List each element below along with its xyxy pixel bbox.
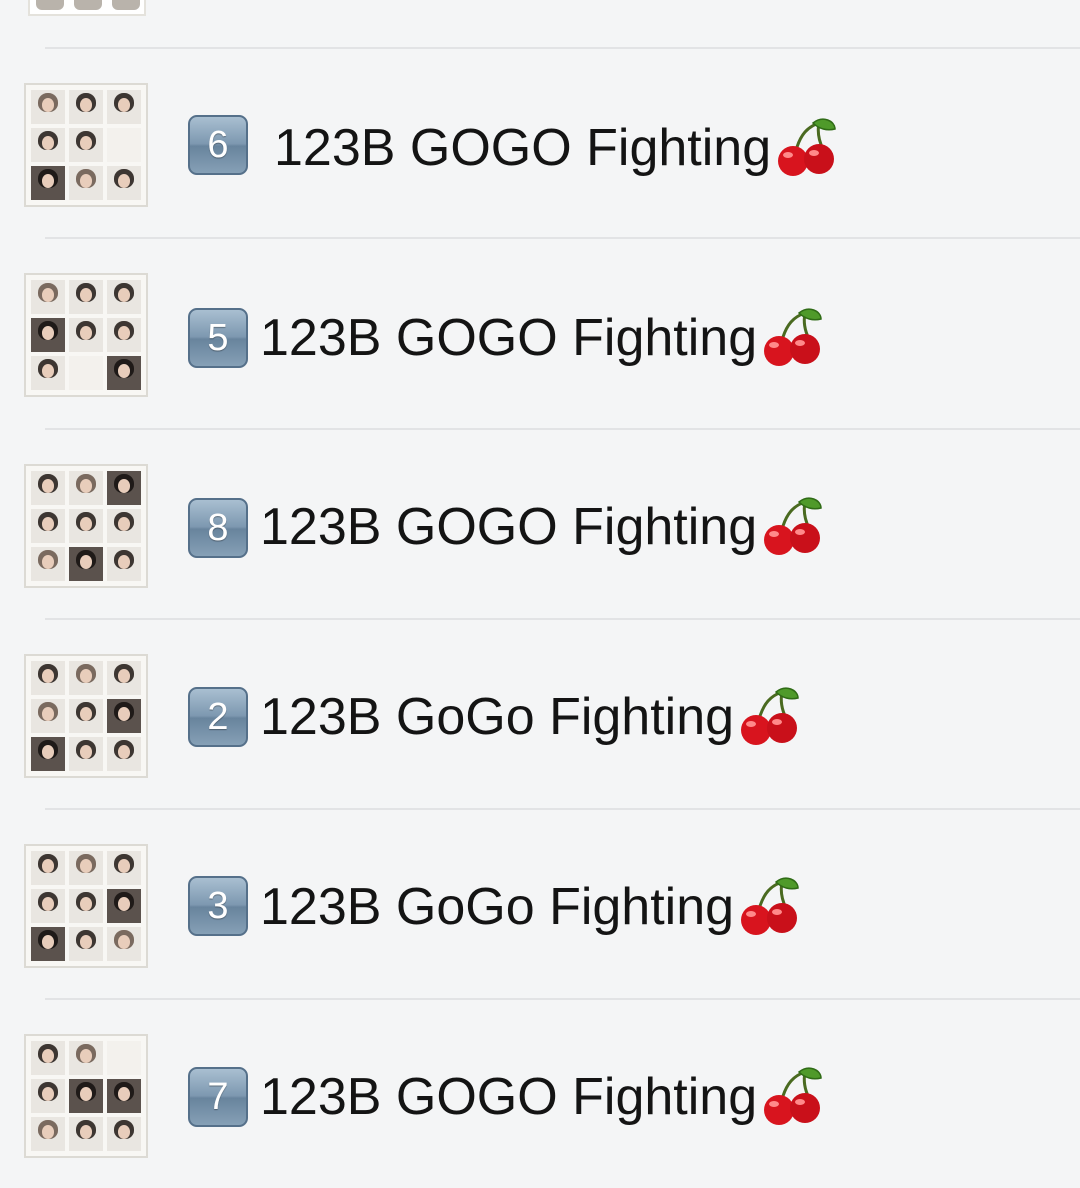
cherries-icon [764,308,822,366]
member-count-badge: 2 [188,687,248,747]
group-name-text: 123B GoGo Fighting [260,878,735,936]
group-name-text: 123B GOGO Fighting [260,498,758,556]
cherries-icon [778,118,836,176]
group-name-text: 123B GOGO Fighting [274,119,772,177]
cherries-icon [741,687,799,745]
group-chat-list: 6 123B GOGO Fighting 5 123B GOGO Fightin… [0,0,1080,1179]
cherries-icon [764,1067,822,1125]
group-name: 123B GOGO Fighting [274,117,837,179]
group-name-text: 123B GOGO Fighting [260,309,758,367]
chat-row[interactable]: 8 123B GOGO Fighting [0,430,1080,618]
group-name: 123B GOGO Fighting [260,496,823,558]
chat-row[interactable]: 6 123B GOGO Fighting [0,49,1080,237]
chat-row-partial[interactable] [0,0,1080,48]
group-avatar [24,83,148,207]
member-count-badge: 8 [188,498,248,558]
group-name: 123B GoGo Fighting [260,686,800,748]
chat-row[interactable]: 3 123B GoGo Fighting [0,810,1080,998]
group-avatar [24,844,148,968]
group-avatar [24,1034,148,1158]
cherries-icon [764,497,822,555]
group-name: 123B GoGo Fighting [260,876,800,938]
member-count-badge: 6 [188,115,248,175]
group-avatar [24,464,148,588]
member-count-badge: 7 [188,1067,248,1127]
chat-row[interactable]: 7 123B GOGO Fighting [0,1000,1080,1188]
cherries-icon [741,877,799,935]
group-name: 123B GOGO Fighting [260,307,823,369]
member-count-badge: 5 [188,308,248,368]
group-avatar [24,273,148,397]
chat-row[interactable]: 5 123B GOGO Fighting [0,239,1080,427]
chat-row[interactable]: 2 123B GoGo Fighting [0,620,1080,808]
group-avatar-partial [28,0,146,16]
group-name: 123B GOGO Fighting [260,1066,823,1128]
member-count-badge: 3 [188,876,248,936]
group-name-text: 123B GOGO Fighting [260,1068,758,1126]
group-avatar [24,654,148,778]
group-name-text: 123B GoGo Fighting [260,688,735,746]
